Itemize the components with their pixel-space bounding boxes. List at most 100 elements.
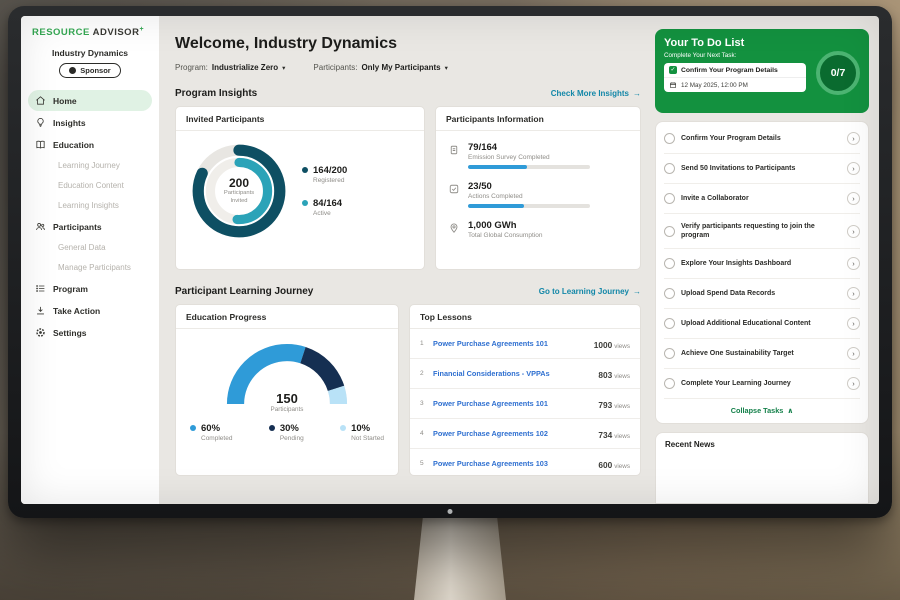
emission-survey-stat: 79/164 Emission Survey Completed: [448, 142, 628, 169]
download-icon: [35, 305, 46, 316]
chevron-right-icon[interactable]: ›: [847, 225, 860, 238]
section-title-learning-journey: Participant Learning Journey: [175, 286, 313, 297]
task-checkbox[interactable]: [664, 318, 675, 329]
sidebar-item-label: Participants: [53, 222, 102, 232]
chevron-up-icon: ∧: [787, 406, 793, 415]
logo-text-primary: RESOURCE: [32, 27, 90, 38]
lesson-link[interactable]: Power Purchase Agreements 101: [433, 399, 592, 408]
lesson-link[interactable]: Power Purchase Agreements 102: [433, 429, 592, 438]
task-checkbox[interactable]: [664, 226, 675, 237]
sidebar-item-manage-participants[interactable]: Manage Participants: [28, 258, 152, 277]
chevron-right-icon[interactable]: ›: [847, 162, 860, 175]
chevron-right-icon[interactable]: ›: [847, 377, 860, 390]
lesson-link[interactable]: Power Purchase Agreements 101: [433, 339, 588, 348]
legend-item-not-started: 10% Not Started: [340, 423, 384, 442]
task-checkbox[interactable]: [664, 133, 675, 144]
donut-center-value: 200: [229, 176, 249, 190]
program-filter[interactable]: Program: Industrialize Zero ▾: [175, 63, 285, 72]
sidebar-item-label: General Data: [58, 243, 106, 252]
task-row[interactable]: Upload Additional Educational Content ›: [664, 309, 860, 339]
gauge-center-label: Participants: [221, 406, 353, 413]
sidebar-item-education[interactable]: Education: [28, 134, 152, 155]
sponsor-badge[interactable]: Sponsor: [59, 63, 120, 78]
logo-plus: +: [139, 26, 144, 33]
gear-icon: [35, 327, 46, 338]
org-name: Industry Dynamics: [21, 48, 159, 58]
task-checkbox[interactable]: [664, 348, 675, 359]
sidebar-item-label: Settings: [53, 328, 87, 338]
sidebar-item-take-action[interactable]: Take Action: [28, 300, 152, 321]
page-title: Welcome, Industry Dynamics: [175, 35, 641, 53]
sidebar-item-label: Take Action: [53, 306, 100, 316]
lesson-row: 4 Power Purchase Agreements 102 734views: [410, 419, 640, 449]
people-icon: [35, 221, 46, 232]
sidebar-item-program[interactable]: Program: [28, 278, 152, 299]
task-checkbox[interactable]: [664, 288, 675, 299]
lesson-link[interactable]: Financial Considerations - VPPAs: [433, 369, 592, 378]
sidebar-item-education-content[interactable]: Education Content: [28, 176, 152, 195]
donut-legend: 164/200 Registered 84/164 Active: [302, 165, 347, 217]
sidebar-item-learning-journey[interactable]: Learning Journey: [28, 156, 152, 175]
check-square-icon: [448, 182, 460, 194]
todo-title: Your To Do List: [664, 37, 860, 49]
sidebar-item-learning-insights[interactable]: Learning Insights: [28, 196, 152, 215]
task-checkbox[interactable]: [664, 163, 675, 174]
progress-bar: [468, 165, 590, 169]
monitor-stand: [414, 514, 506, 600]
task-row[interactable]: Explore Your Insights Dashboard ›: [664, 249, 860, 279]
sidebar-item-general-data[interactable]: General Data: [28, 238, 152, 257]
chevron-right-icon[interactable]: ›: [847, 192, 860, 205]
task-row[interactable]: Confirm Your Program Details ›: [664, 124, 860, 154]
task-row[interactable]: Complete Your Learning Journey ›: [664, 369, 860, 399]
chevron-right-icon[interactable]: ›: [847, 257, 860, 270]
sidebar-item-settings[interactable]: Settings: [28, 322, 152, 343]
task-row[interactable]: Invite a Collaborator ›: [664, 184, 860, 214]
gauge-center-value: 150: [221, 391, 353, 406]
sidebar-item-insights[interactable]: Insights: [28, 112, 152, 133]
chevron-right-icon[interactable]: ›: [847, 132, 860, 145]
recent-news-title: Recent News: [665, 440, 715, 449]
legend-item-pending: 30% Pending: [269, 423, 304, 442]
arrow-right-icon: →: [633, 287, 641, 296]
sidebar-item-participants[interactable]: Participants: [28, 216, 152, 237]
main-content: Welcome, Industry Dynamics Program: Indu…: [159, 16, 653, 504]
task-row[interactable]: Verify participants requesting to join t…: [664, 214, 860, 249]
arrow-right-icon: →: [633, 89, 641, 98]
sidebar-item-label: Education: [53, 140, 94, 150]
todo-summary-card: Your To Do List Complete Your Next Task:…: [655, 29, 869, 113]
sidebar-nav: Home Insights Education Learning Journey…: [21, 89, 159, 344]
program-filter-value: Industrialize Zero: [212, 63, 278, 72]
task-row[interactable]: Send 50 Invitations to Participants ›: [664, 154, 860, 184]
legend-dot: [302, 200, 308, 206]
next-task-box: ✓ Confirm Your Program Details 12 May 20…: [664, 63, 806, 92]
chevron-right-icon[interactable]: ›: [847, 287, 860, 300]
lesson-row: 3 Power Purchase Agreements 101 793views: [410, 389, 640, 419]
task-row[interactable]: Achieve One Sustainability Target ›: [664, 339, 860, 369]
sponsor-icon: [69, 67, 76, 74]
chevron-right-icon[interactable]: ›: [847, 317, 860, 330]
program-filter-label: Program:: [175, 63, 208, 72]
sidebar-item-home[interactable]: Home: [28, 90, 152, 111]
check-more-insights-link[interactable]: Check More Insights →: [551, 89, 641, 98]
go-to-learning-journey-link[interactable]: Go to Learning Journey →: [539, 287, 641, 296]
logo-text-secondary: ADVISOR+: [93, 27, 144, 38]
legend-dot: [190, 425, 196, 431]
next-task-row[interactable]: ✓ Confirm Your Program Details: [664, 63, 806, 78]
sidebar-item-label: Home: [53, 96, 77, 106]
dashboard-screen: RESOURCE ADVISOR+ Industry Dynamics Spon…: [21, 16, 879, 504]
task-checkbox[interactable]: [664, 258, 675, 269]
legend-item-active: 84/164 Active: [302, 198, 347, 217]
collapse-tasks-link[interactable]: Collapse Tasks ∧: [664, 399, 860, 421]
lesson-row: 1 Power Purchase Agreements 101 1000view…: [410, 329, 640, 359]
task-checkbox[interactable]: [664, 378, 675, 389]
chevron-down-icon: ▾: [445, 64, 448, 72]
task-checkbox[interactable]: [664, 193, 675, 204]
lesson-link[interactable]: Power Purchase Agreements 103: [433, 459, 592, 468]
filter-bar: Program: Industrialize Zero ▾ Participan…: [175, 63, 641, 72]
chevron-right-icon[interactable]: ›: [847, 347, 860, 360]
participants-filter[interactable]: Participants: Only My Participants ▾: [313, 63, 447, 72]
recent-news-card: Recent News: [655, 432, 869, 504]
task-row[interactable]: Upload Spend Data Records ›: [664, 279, 860, 309]
clipboard-icon: [448, 143, 460, 155]
next-task-label: Confirm Your Program Details: [681, 67, 778, 74]
